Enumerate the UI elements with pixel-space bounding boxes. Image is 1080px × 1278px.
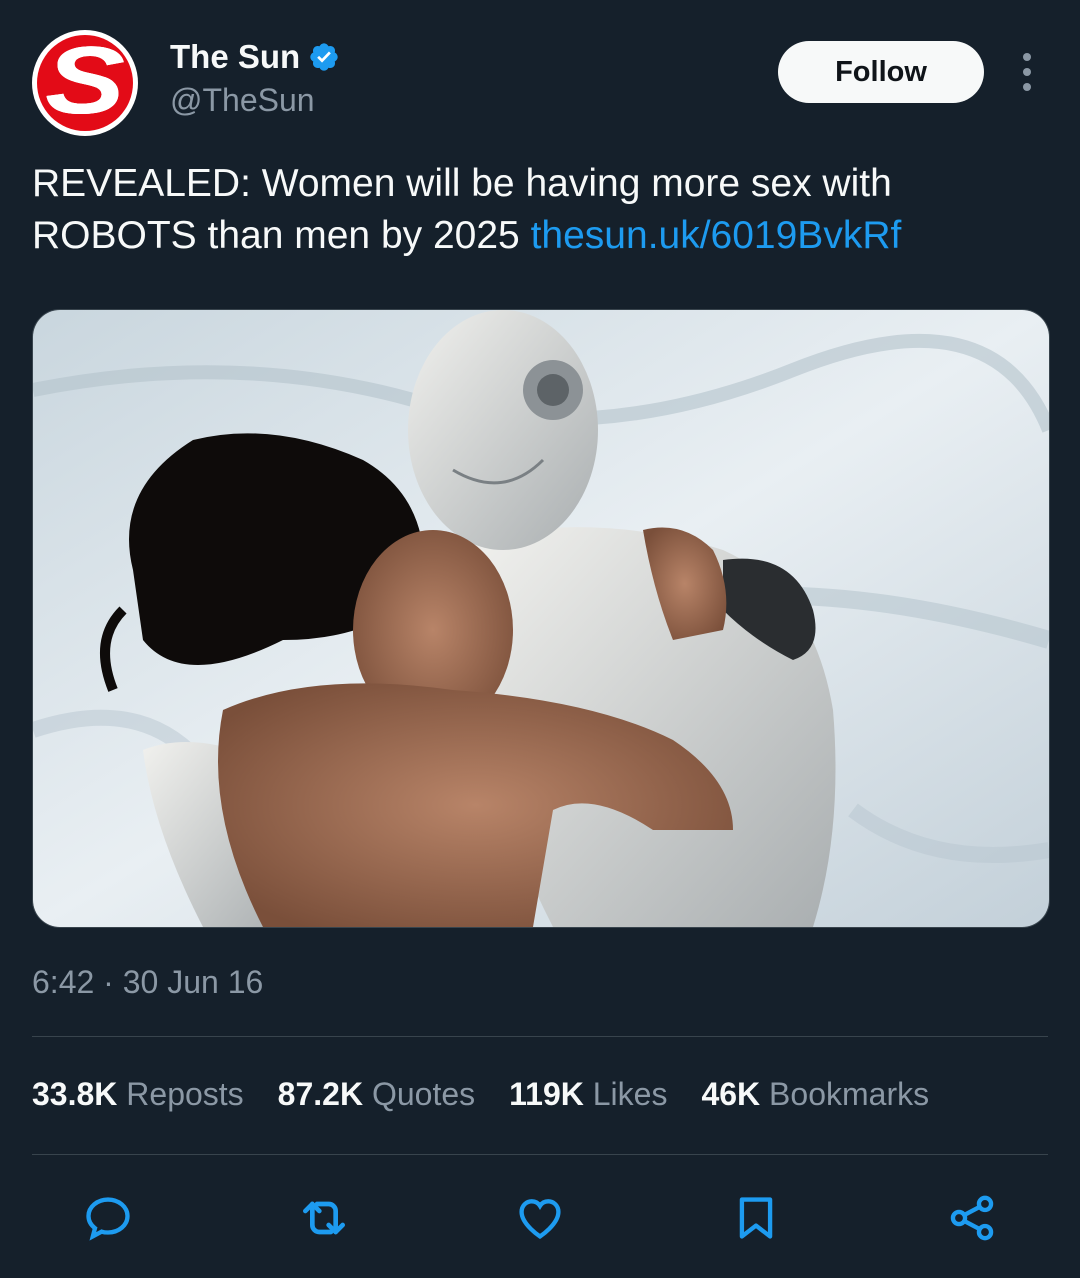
bookmark-icon: [739, 1197, 773, 1239]
account-names: The Sun @TheSun: [170, 38, 340, 119]
reply-button[interactable]: [76, 1186, 140, 1250]
stat-value: 46K: [701, 1076, 761, 1112]
divider-top: [32, 1036, 1048, 1037]
avatar[interactable]: S: [32, 30, 138, 136]
like-icon: [519, 1199, 561, 1239]
engagement-stats: 33.8K Reposts 87.2K Quotes 119K Likes 46…: [32, 1076, 929, 1113]
stat-label: Quotes: [371, 1076, 476, 1112]
stat-value: 87.2K: [277, 1076, 364, 1112]
tweet-text: REVEALED: Women will be having more sex …: [32, 158, 1048, 262]
stat-label: Bookmarks: [769, 1076, 930, 1112]
tweet-header: S The Sun @TheSun Follow: [32, 30, 1048, 140]
divider-bottom: [32, 1154, 1048, 1155]
avatar-logo: S: [37, 35, 133, 131]
like-button[interactable]: [508, 1186, 572, 1250]
repost-icon: [303, 1201, 345, 1235]
stat-likes[interactable]: 119K Likes: [509, 1076, 667, 1113]
repost-button[interactable]: [292, 1186, 356, 1250]
more-vertical-icon[interactable]: [1012, 50, 1042, 94]
action-bar: [0, 1186, 1080, 1250]
tweet-link[interactable]: thesun.uk/6019BvkRf: [531, 214, 902, 257]
share-icon: [950, 1195, 994, 1241]
stat-value: 33.8K: [32, 1076, 118, 1112]
stat-quotes[interactable]: 87.2K Quotes: [278, 1076, 475, 1113]
stat-bookmarks[interactable]: 46K Bookmarks: [701, 1076, 929, 1113]
stat-reposts[interactable]: 33.8K Reposts: [32, 1076, 244, 1113]
tweet-media[interactable]: [32, 309, 1050, 928]
share-button[interactable]: [940, 1186, 1004, 1250]
bookmark-button[interactable]: [724, 1186, 788, 1250]
display-name[interactable]: The Sun: [170, 38, 300, 76]
stat-value: 119K: [509, 1076, 584, 1112]
avatar-letter: S: [44, 35, 126, 131]
display-name-row: The Sun: [170, 38, 340, 76]
stat-label: Reposts: [126, 1076, 244, 1112]
verified-badge-icon: [310, 43, 338, 71]
tweet-timestamp[interactable]: 6:42 · 30 Jun 16: [32, 964, 263, 1001]
account-handle[interactable]: @TheSun: [170, 82, 340, 119]
tweet-photo: [33, 310, 1049, 927]
stat-label: Likes: [592, 1076, 668, 1112]
reply-icon: [86, 1197, 130, 1241]
follow-button[interactable]: Follow: [778, 41, 984, 103]
